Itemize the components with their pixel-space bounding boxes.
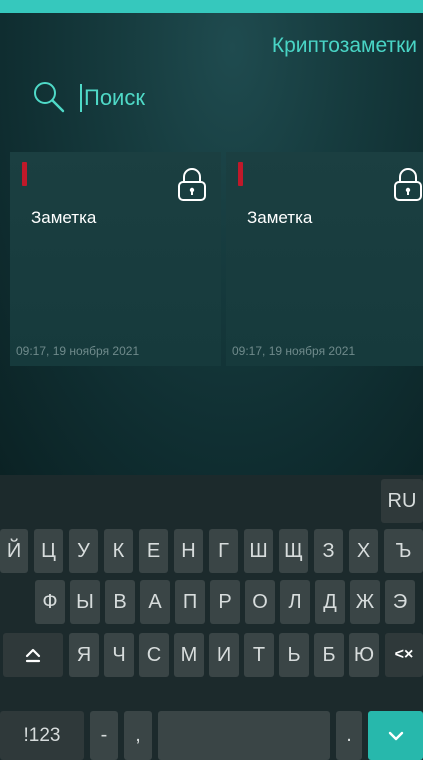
key-row1[interactable]: Г [209, 529, 238, 573]
key-row3[interactable]: С [139, 633, 169, 677]
key-row1[interactable]: З [314, 529, 343, 573]
text-cursor [80, 84, 82, 112]
note-date: 09:17, 19 ноября 2021 [16, 344, 140, 358]
note-date: 09:17, 19 ноября 2021 [232, 344, 356, 358]
key-row2[interactable]: Д [315, 580, 345, 624]
chevron-down-icon [388, 731, 403, 740]
key-row1[interactable]: Е [139, 529, 168, 573]
space-key[interactable] [158, 711, 330, 760]
key-row3[interactable]: Ю [349, 633, 379, 677]
key-row1[interactable]: К [104, 529, 133, 573]
key-row2[interactable]: Ф [35, 580, 65, 624]
app-title: Криптозаметки [271, 34, 417, 57]
key-row1[interactable]: Н [174, 529, 203, 573]
key-row2[interactable]: Р [210, 580, 240, 624]
lock-icon [178, 168, 206, 201]
symbols-key[interactable]: !123 [0, 711, 84, 760]
key-row2[interactable]: О [245, 580, 275, 624]
search-icon[interactable] [32, 80, 66, 114]
key-row1[interactable]: Й [0, 529, 28, 573]
key-row2[interactable]: Ж [350, 580, 380, 624]
key-row3[interactable]: Ь [279, 633, 309, 677]
note-color-marker [22, 162, 27, 186]
enter-key[interactable] [368, 711, 423, 760]
key-row1[interactable]: Ш [244, 529, 273, 573]
key-row3[interactable]: Т [244, 633, 274, 677]
search-input[interactable] [84, 82, 314, 114]
search-bar[interactable] [32, 80, 332, 116]
key-row3[interactable]: И [209, 633, 239, 677]
period-key[interactable]: . [336, 711, 362, 760]
shift-icon [25, 648, 41, 663]
key-row3[interactable]: Я [69, 633, 99, 677]
status-bar [0, 0, 423, 13]
key-row2[interactable]: В [105, 580, 135, 624]
note-card[interactable]: Заметка 09:17, 19 ноября 2021 [226, 152, 423, 366]
key-row2[interactable]: Л [280, 580, 310, 624]
shift-key[interactable] [3, 633, 63, 677]
key-row1[interactable]: Ъ [384, 529, 423, 573]
key-row2[interactable]: Ы [70, 580, 100, 624]
key-row3[interactable]: Ч [104, 633, 134, 677]
language-key[interactable]: RU [381, 479, 423, 523]
key-row1[interactable]: Х [349, 529, 378, 573]
key-row2[interactable]: А [140, 580, 170, 624]
key-row3[interactable]: М [174, 633, 204, 677]
note-color-marker [238, 162, 243, 186]
lock-icon [394, 168, 422, 201]
dash-key[interactable]: - [90, 711, 118, 760]
app-screen: Криптозаметки Заметка 09:17, 19 ноября 2… [0, 0, 423, 475]
backspace-key[interactable]: <× [385, 633, 423, 677]
key-row1[interactable]: Щ [279, 529, 308, 573]
key-row2[interactable]: Э [385, 580, 415, 624]
note-title: Заметка [31, 208, 97, 227]
key-row3[interactable]: Б [314, 633, 344, 677]
key-row2[interactable]: П [175, 580, 205, 624]
comma-key[interactable]: , [124, 711, 152, 760]
key-row1[interactable]: У [69, 529, 98, 573]
notes-grid: Заметка 09:17, 19 ноября 2021 Заметка 09… [10, 152, 423, 366]
key-row1[interactable]: Ц [34, 529, 63, 573]
keyboard: RU Й Ц У К Е Н Г Ш Щ З Х Ъ Ф Ы В А П Р О… [0, 475, 423, 760]
note-title: Заметка [247, 208, 313, 227]
note-card[interactable]: Заметка 09:17, 19 ноября 2021 [10, 152, 221, 366]
